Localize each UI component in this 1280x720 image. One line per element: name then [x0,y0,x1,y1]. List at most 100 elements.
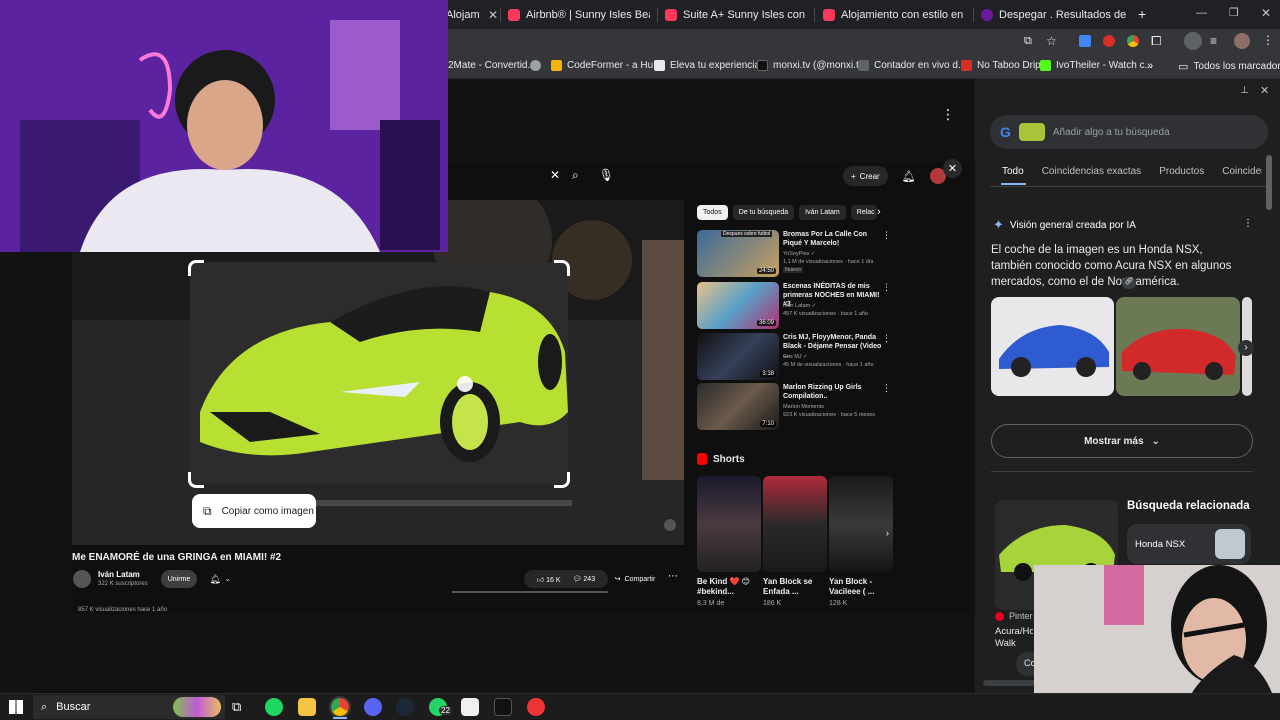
related-search-chip[interactable]: Honda NSX [1127,524,1251,564]
file-explorer-icon[interactable] [298,698,316,716]
video-more-icon[interactable]: ⋯ [668,571,678,582]
bookmark-item[interactable]: Contador en vivo d... [858,60,966,71]
show-more-button[interactable]: Mostrar más ⌄ [991,424,1253,458]
store-icon[interactable] [461,698,479,716]
tab-exact-matches[interactable]: Coincidencias exactas [1042,166,1142,177]
pin-icon[interactable]: ⊥ [1240,85,1249,96]
bookmark-item[interactable]: No Taboo Drip [961,60,1041,71]
panel-scrollbar[interactable] [1266,155,1272,210]
copy-as-image-button[interactable]: ⧉ Copiar como imagen [192,494,316,528]
bookmark-item[interactable]: Eleva tu experiencia... [654,60,768,71]
more-icon[interactable]: ⋮ [882,230,891,241]
join-button[interactable]: Unirme [161,570,197,588]
search-icon[interactable]: ⌕ [572,168,579,183]
channel-avatar[interactable] [73,570,91,588]
obs-icon[interactable] [527,698,545,716]
clear-icon[interactable]: ✕ [550,168,560,182]
close-icon[interactable]: ✕ [488,8,498,22]
youtube-search-bar[interactable]: ✕ ⌕ 🎙︎ [448,164,620,186]
more-menu-icon[interactable]: ⋮ [1262,33,1274,47]
recommendation-item[interactable]: 3:38 Cris MJ, FloyyMenor, Panda Black - … [697,333,893,381]
shorts-next-icon[interactable]: › [886,528,889,538]
short-thumbnail[interactable] [763,476,827,572]
windows-start-icon[interactable] [9,700,23,714]
mic-icon[interactable]: 🎙︎ [599,168,614,182]
browser-tab[interactable]: Suite A+ Sunny Isles con vista ✕ [665,4,807,26]
page-more-icon[interactable]: ⋮ [941,106,955,123]
translate-extension-icon[interactable] [1079,35,1091,47]
more-icon[interactable]: ⋮ [882,383,891,394]
share-button[interactable]: ↪ Compartir [610,570,660,588]
channel-name[interactable]: Iván Latam [98,570,140,579]
video-thumbnail[interactable]: 36:09 [697,282,779,329]
all-bookmarks[interactable]: ▭ Todos los marcadores [1178,60,1280,73]
bookmarks-overflow[interactable]: » [1147,60,1153,72]
more-icon[interactable]: ⋮ [882,333,891,344]
spotify-icon[interactable] [265,698,283,716]
notifications-bell-icon[interactable]: 🔔︎ [902,170,916,183]
lens-search-input[interactable]: G Añadir algo a tu búsqueda [990,115,1268,149]
google-lens-icon[interactable] [1184,32,1202,50]
create-button[interactable]: + Crear [843,166,888,186]
chip-all[interactable]: Todos [697,205,728,220]
task-view-icon[interactable]: ⧉ [232,699,241,715]
minimize-icon[interactable]: — [1196,7,1207,19]
panel-close-icon[interactable]: ✕ [1260,84,1269,97]
ai-more-icon[interactable]: ⋮ [1243,218,1253,229]
search-placeholder: Añadir algo a tu búsqueda [1052,126,1170,138]
like-button[interactable]: 👍︎ 16 K [537,575,561,584]
extensions-puzzle-icon[interactable]: ⧠ [1151,33,1161,49]
carousel-next-icon[interactable]: › [1238,340,1254,356]
bookmark-item[interactable]: CodeFormer - a Hu... [551,60,661,71]
subscribe-bell-button[interactable]: 🔔︎ ⌄ [204,570,236,588]
comment-button[interactable]: 💬︎ 243 [573,575,596,583]
tab-all[interactable]: Todo [1002,166,1024,177]
video-thumbnail[interactable]: Despues sobre futbol 24:50 [697,230,779,277]
short-thumbnail[interactable] [697,476,761,572]
chevron-right-icon[interactable]: › [877,206,881,218]
chip-from-search[interactable]: De tu búsqueda [732,205,795,220]
tab-matches-clipped[interactable]: Coincidenc [1222,166,1262,177]
bookmark-item[interactable]: monxi.tv (@monxi.t... [757,60,867,71]
result-image[interactable] [991,297,1114,396]
tab-products[interactable]: Productos [1159,166,1204,177]
browser-tab[interactable]: Alojamiento con estilo en el m ✕ [823,4,966,26]
chrome-icon[interactable] [329,696,351,718]
video-thumbnail[interactable]: 7:10 [697,383,779,430]
extension-icon[interactable] [1103,35,1115,47]
bookmark-item[interactable] [530,60,541,71]
tiktok-icon[interactable] [494,698,512,716]
chip-related[interactable]: Relac [850,205,877,220]
new-tab-button[interactable]: + [1138,6,1146,22]
discord-icon[interactable] [364,698,382,716]
recommendation-item[interactable]: 7:10 Marlon Rizzing Up Girls Compilation… [697,383,893,431]
recommendation-item[interactable]: 36:09 Escenas INÉDITAS de mis primeras N… [697,282,893,330]
browser-tab[interactable]: Airbnb® | Sunny Isles Beach: A ✕ [508,4,650,26]
bookmark-item[interactable]: 2Mate - Convertid... [448,60,536,71]
chip-channel[interactable]: Iván Latam [799,205,846,220]
result-image[interactable] [1116,297,1240,396]
restore-icon[interactable]: ❐ [1229,6,1239,19]
link-icon[interactable]: 🔗︎ [1122,277,1136,289]
window-close-icon[interactable]: ✕ [1261,6,1271,20]
color-extension-icon[interactable] [1127,35,1139,47]
lens-selection[interactable] [190,262,568,484]
cast-icon[interactable]: ⧉ [1024,35,1032,48]
recommendation-item[interactable]: Despues sobre futbol 24:50 Bromas Por La… [697,230,893,278]
video-thumbnail[interactable]: 3:38 [697,333,779,380]
avatar[interactable] [1234,33,1250,49]
taskbar-search[interactable]: ⌕ Buscar [33,695,225,719]
more-icon[interactable]: ⋮ [882,282,891,293]
lens-search-icon[interactable] [457,376,473,392]
browser-tab[interactable]: Alojam ✕ [446,4,498,26]
steam-icon[interactable] [396,698,414,716]
bookmark-star-icon[interactable]: ☆ [1046,34,1057,48]
duration-badge: 24:50 [756,268,776,274]
short-thumbnail[interactable] [829,476,893,572]
chevron-down-icon: ⌄ [224,576,231,583]
browser-tab[interactable]: Despegar . Resultados de Vuel ✕ [981,4,1126,26]
result-source[interactable]: Pinter [995,611,1033,621]
media-controls-icon[interactable]: ≡ [1210,34,1217,48]
bookmark-item[interactable]: IvoTheiler - Watch c... [1040,60,1153,71]
close-lens-icon[interactable]: ✕ [943,159,962,178]
